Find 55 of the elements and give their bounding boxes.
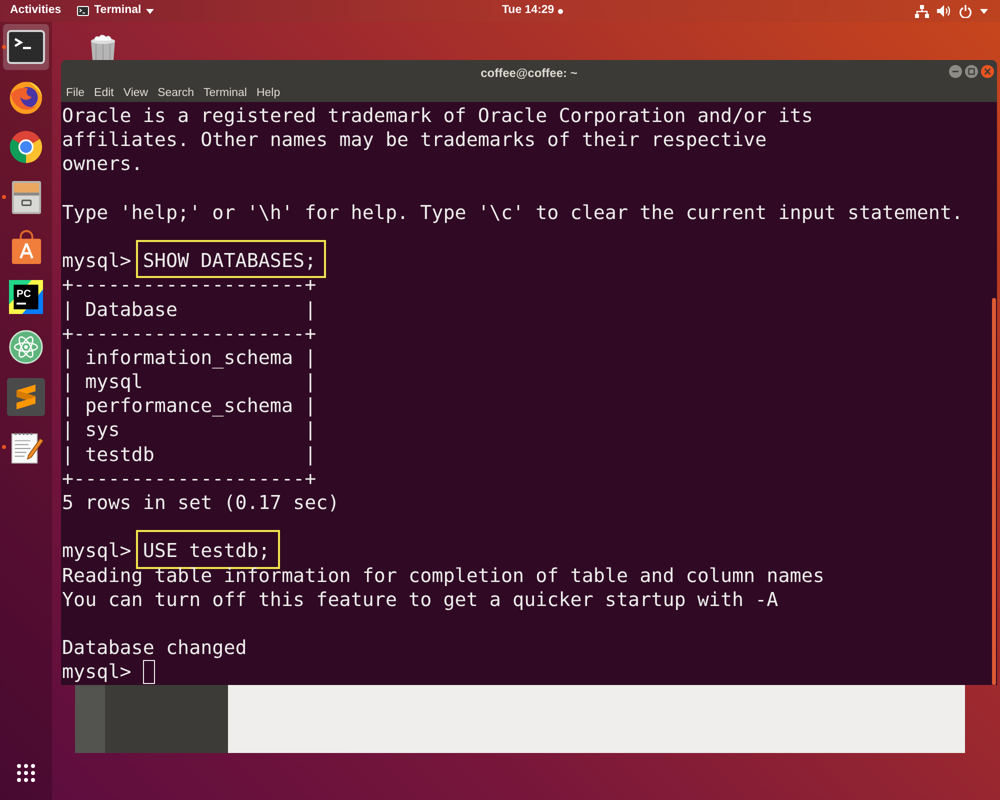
clock-button[interactable]: Tue 14:29 [502,5,564,17]
close-button[interactable] [981,64,994,78]
output-line: Type 'help;' or '\h' for help. Type '\c' to clear the current input statement. [62,200,964,225]
system-menu-button[interactable] [915,4,988,18]
output-line: Database changed [62,636,247,660]
output-line: Oracle is a registered trademark of Oracle Corporation and/or its [62,104,813,128]
window-title: coffee@coffee: ~ [480,66,578,78]
app-menu-button[interactable]: Terminal [77,5,154,17]
output-line: | testdb | [62,442,316,467]
activities-button[interactable]: Activities [10,5,62,17]
output-line: +--------------------+ [62,466,316,491]
notepad-pencil-icon[interactable] [8,430,44,464]
power-icon [959,4,972,18]
output-line: You can turn off this feature to get a quicker startup with -A [62,588,778,612]
window-edge-strip [75,685,105,753]
output-line: | performance_schema | [62,394,316,418]
output-line: affiliates. Other names may be trademarks of their respective [62,128,767,152]
caret-icon [146,8,154,14]
menu-item[interactable]: Search [158,88,194,100]
shopping-bag-icon[interactable] [10,230,42,264]
dot-grid-icon[interactable] [16,763,36,783]
maximize-button[interactable] [965,64,978,78]
maximize-icon [968,68,975,74]
pc-logo-icon[interactable]: PC [9,280,43,314]
volume-icon [937,5,951,17]
dock-launcher[interactable]: PC [3,274,49,320]
file-cabinet-icon[interactable] [10,180,42,214]
output-line: +--------------------+ [62,273,316,298]
prompt-text: mysql> [62,660,132,685]
close-icon [984,68,991,74]
output-line: +--------------------+ [62,322,316,346]
network-icon [915,4,929,18]
menu-item[interactable]: Help [256,88,280,100]
output-line: | information_schema | [62,346,316,370]
output-line: owners. [62,152,143,177]
menu-item[interactable]: Terminal [204,88,247,100]
prompt-text: mysql> [62,249,132,274]
output-line: Reading table information for completion of table and column names [62,564,824,588]
menu-item[interactable]: File [66,88,85,100]
output-line: | mysql | [62,370,316,394]
output-line: | sys | [62,418,316,443]
minimize-button[interactable] [949,64,962,78]
terminal-icon [77,6,90,16]
command-text: USE testdb; [142,539,270,564]
dock-launcher[interactable] [3,24,49,70]
output-line: 5 rows in set (0.17 sec) [62,491,340,516]
prompt-text: mysql> [62,539,132,564]
menu-item[interactable]: View [123,88,148,100]
caret-icon [980,8,988,14]
menu-item[interactable]: Edit [94,88,114,100]
logo-text: PC [16,289,31,300]
scrollbar-thumb[interactable] [992,298,996,685]
output-line: | Database | [62,298,316,322]
command-text: SHOW DATABASES; [142,249,316,274]
terminal-icon[interactable] [7,30,45,64]
